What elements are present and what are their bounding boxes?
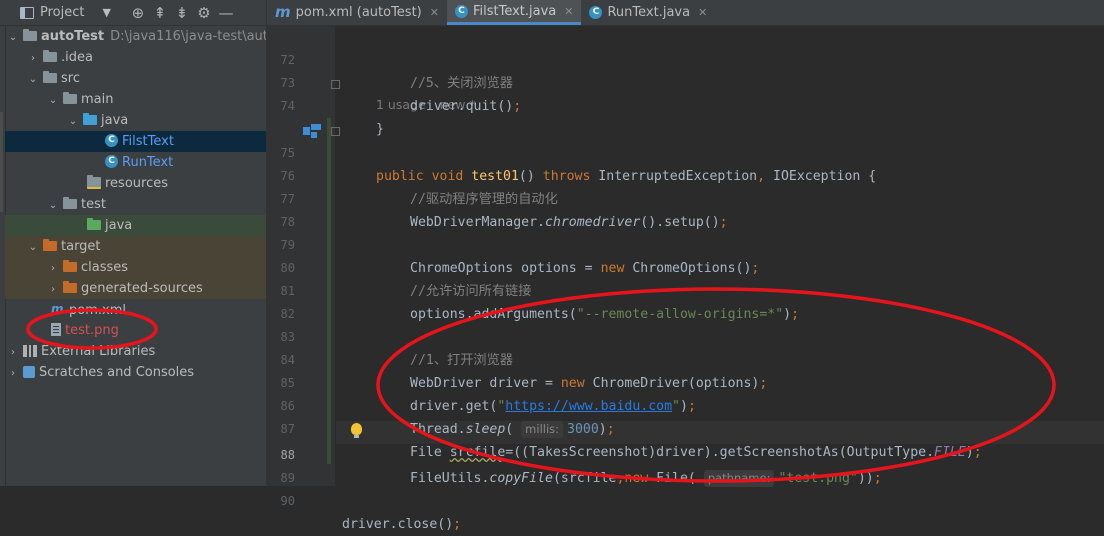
project-view-dropdown-icon[interactable]: ▼ (102, 6, 110, 19)
tab-label: pom.xml (autoTest) (295, 5, 422, 20)
code-line: 83 //1、打开浏览器 (0, 303, 1104, 368)
expand-all-icon[interactable]: ⇞ (149, 4, 171, 22)
tab-pom-xml[interactable]: m pom.xml (autoTest) ✕ (267, 0, 447, 25)
code-line: 73 driver.quit(); (0, 49, 1104, 114)
code-text: driver.close(); (342, 517, 462, 532)
close-icon[interactable]: ✕ (430, 0, 439, 25)
tab-filsttext-java[interactable]: C FilstText.java ✕ (446, 0, 582, 25)
code-line: 85 driver.get("https://www.baidu.com"); (0, 349, 1104, 414)
project-panel-title[interactable]: Project (40, 5, 84, 20)
code-line: 89 (0, 444, 1104, 485)
code-line: 87 File srcfile=((TakesScreenshot)driver… (0, 395, 1104, 460)
tab-runtext-java[interactable]: C RunText.java ✕ (581, 0, 715, 25)
code-line: 74 } (0, 72, 1104, 137)
hide-panel-icon[interactable]: — (215, 4, 237, 22)
code-line: 75 public void test01() throws Interrupt… (0, 119, 1104, 184)
code-line: 76 //驱动程序管理的自动化 (0, 142, 1104, 207)
code-line: 78 (0, 188, 1104, 229)
code-line: 79 ChromeOptions options = new ChromeOpt… (0, 211, 1104, 276)
code-line: 82 (0, 280, 1104, 321)
code-line: 90 driver.close(); (0, 467, 1104, 532)
project-panel-header: Project ▼ ⊕ ⇞ ⇟ ⚙ — (0, 0, 266, 26)
locate-file-icon[interactable]: ⊕ (127, 4, 149, 22)
tab-label: FilstText.java (472, 3, 557, 19)
tab-label: RunText.java (607, 5, 691, 20)
code-line: 81 options.addArguments("--remote-allow-… (0, 257, 1104, 322)
code-line: 88 FileUtils.copyFile(srcfile,new File( … (0, 421, 1104, 487)
code-text: driver.quit(); (410, 99, 522, 114)
maven-icon: m (275, 3, 291, 21)
collapse-all-icon[interactable]: ⇟ (171, 4, 193, 22)
folder-icon (63, 91, 77, 104)
line-number: 90 (280, 494, 295, 508)
code-line: 86 Thread.sleep( millis: 3000); (0, 372, 1104, 438)
java-class-icon: C (589, 6, 603, 19)
line-number: 74 (280, 99, 295, 113)
code-line: 84 WebDriver driver = new ChromeDriver(o… (0, 326, 1104, 391)
close-icon[interactable]: ✕ (564, 0, 573, 24)
project-icon (20, 6, 34, 19)
java-class-icon: C (454, 4, 468, 18)
code-line: 77 WebDriverManager.chromedriver().setup… (0, 165, 1104, 230)
close-icon[interactable]: ✕ (698, 0, 707, 25)
settings-gear-icon[interactable]: ⚙ (193, 4, 215, 22)
code-line: 72 //5、关闭浏览器 (0, 26, 1104, 91)
code-line: 80 //允许访问所有链接 (0, 234, 1104, 299)
editor-tab-bar: m pom.xml (autoTest) ✕ C FilstText.java … (267, 0, 1104, 26)
